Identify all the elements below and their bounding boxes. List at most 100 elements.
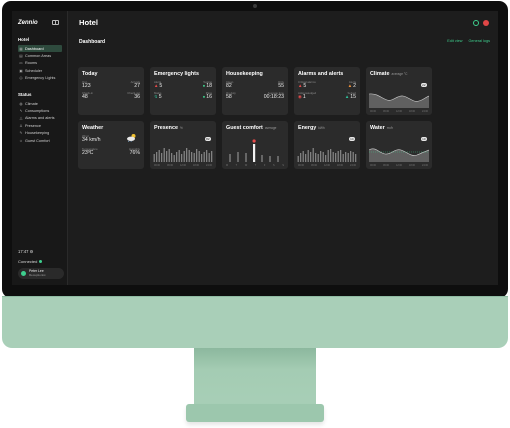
clock-time: 17:47 xyxy=(18,249,29,254)
card-stats: Occ. 123 Arrivals 27 Check-in 48 Check-out 3… xyxy=(82,80,140,100)
smile-icon: ☺ xyxy=(19,138,23,143)
card-alarms-alerts[interactable]: Alarms and alerts Critical alarms ▲5 Aler… xyxy=(294,67,360,115)
thermometer-icon: ◍ xyxy=(19,101,23,106)
alert-triangle-icon: ▲ xyxy=(154,83,159,89)
presence-bar-chart xyxy=(153,148,213,162)
sidebar-item-climate[interactable]: ◍ Climate xyxy=(18,100,62,107)
nav-section-status: Status ◍ Climate ϟ Consumptions △ Alarms an… xyxy=(18,92,62,144)
card-title: Climate average °C xyxy=(370,71,428,77)
tick-label: T xyxy=(235,164,238,167)
sparkline-bar xyxy=(196,149,198,162)
stat-value: 123 xyxy=(82,83,91,90)
card-guest-comfort[interactable]: Guest comfort average M T W T F S S xyxy=(222,121,288,169)
card-today[interactable]: Today Occ. 123 Arrivals 27 Check-in 48 Chec… xyxy=(78,67,144,115)
page-title: Hotel xyxy=(79,18,98,27)
stat-value: 00:18:23 xyxy=(263,93,284,100)
card-stats: Alerts ▲5 Testing ●18 Mains ↯5 Pass ●16 xyxy=(154,80,212,100)
tick-label: T xyxy=(254,164,257,167)
general-logs-link[interactable]: General logs xyxy=(468,39,490,43)
sidebar-item-dashboard[interactable]: ▦ Dashboard xyxy=(18,45,62,53)
axis-labels: 00:00 06:00 12:00 18:00 24:00 xyxy=(370,164,428,167)
stat-value: 76% xyxy=(129,149,140,156)
nav-section-hotel: Hotel ▦ Dashboard ▤ Common Areas ▭ Rooms ▣ S… xyxy=(18,37,62,82)
stat-value: 58 xyxy=(226,93,232,100)
card-subtitle: average °C xyxy=(391,72,408,76)
sun-cloud-icon xyxy=(127,134,136,142)
card-energy[interactable]: Energy kWh 14 00:00 06:00 12:00 18:00 24:00 xyxy=(294,121,360,169)
stat-value: 15 xyxy=(350,93,356,100)
sidebar-item-presence[interactable]: ♙ Presence xyxy=(18,122,62,129)
card-weather[interactable]: Weather Wind 34 km/h Temperature 23ºC Hum… xyxy=(78,121,144,169)
sparkline-bar xyxy=(188,150,190,162)
tick-label: 12:00 xyxy=(396,164,402,167)
card-stats: Clean 82 Dirty 55 On duty 58 Average time 00… xyxy=(226,80,284,100)
connection-label: Connected xyxy=(18,259,38,264)
sparkline-bar xyxy=(178,150,180,162)
help-icon[interactable] xyxy=(473,20,479,26)
card-climate[interactable]: Climate average °C 22 00:00 06:00 12:00 18:0… xyxy=(366,67,432,115)
person-icon: ♙ xyxy=(19,123,23,128)
axis-labels: 00:00 06:00 12:00 18:00 24:00 xyxy=(298,164,356,167)
settings-icon[interactable]: ⚙ xyxy=(30,249,34,254)
card-water[interactable]: Water m³/h 10 00:00 06:00 12:00 18:00 24:00 xyxy=(366,121,432,169)
tick-label: 06:00 xyxy=(383,164,389,167)
sparkline-bar xyxy=(168,149,170,162)
sidebar-item-guest-comfort[interactable]: ☺ Guest Comfort xyxy=(18,137,62,144)
sparkline-bar xyxy=(173,155,175,162)
card-housekeeping[interactable]: Housekeeping Clean 82 Dirty 55 On duty 58 A… xyxy=(222,67,288,115)
sparkline-bar xyxy=(315,153,317,162)
card-emergency-lights[interactable]: Emergency lights Alerts ▲5 Testing ●18 Mai… xyxy=(150,67,216,115)
sidebar-item-label: Rooms xyxy=(25,61,38,66)
comfort-bar-highlight xyxy=(253,144,256,162)
sidebar-item-common-areas[interactable]: ▤ Common Areas xyxy=(18,52,62,59)
tick-label: 24:00 xyxy=(422,110,428,113)
sparkline-bar xyxy=(163,148,165,162)
tick-label: W xyxy=(244,164,248,167)
sidebar-item-housekeeping[interactable]: ✎ Housekeeping xyxy=(18,130,62,137)
edit-view-link[interactable]: Edit view xyxy=(447,39,462,43)
sidebar-item-alarms[interactable]: △ Alarms and alerts xyxy=(18,115,62,122)
tick-label: 24:00 xyxy=(422,164,428,167)
tick-label: 00:00 xyxy=(154,164,160,167)
sparkline-bar xyxy=(355,154,357,162)
tick-label: 00:00 xyxy=(370,110,376,113)
comfort-bar xyxy=(261,155,263,162)
sparkline-bar xyxy=(208,153,210,162)
card-title: Guest comfort average xyxy=(226,125,284,131)
card-title: Today xyxy=(82,71,98,77)
sparkline-bar xyxy=(166,151,168,162)
tick-label: 06:00 xyxy=(383,110,389,113)
stat-value: 2 xyxy=(353,83,356,90)
card-presence[interactable]: Presence% 82 00:00 06:00 12:00 18:00 24:00 xyxy=(150,121,216,169)
card-title: Presence% xyxy=(154,125,212,131)
sidebar-item-emergency-lights[interactable]: ◎ Emergency Lights xyxy=(18,75,62,82)
sparkline-bar xyxy=(352,152,354,162)
monitor-chin xyxy=(2,296,508,348)
user-chip[interactable]: Peter Lee Receptionist xyxy=(18,268,64,279)
sparkline-bar xyxy=(322,152,324,162)
sidebar-collapse-icon[interactable] xyxy=(52,20,59,25)
card-title: Housekeeping xyxy=(226,71,263,77)
sidebar-item-scheduler[interactable]: ▣ Scheduler xyxy=(18,67,62,74)
sidebar-item-label: Consumptions xyxy=(25,109,50,114)
comfort-bar xyxy=(229,154,231,162)
sparkline-bar xyxy=(327,150,329,162)
sidebar-item-consumptions[interactable]: ϟ Consumptions xyxy=(18,107,62,114)
sparkline-bar xyxy=(325,155,327,162)
avatar xyxy=(21,271,26,276)
sparkline-bar xyxy=(161,153,163,162)
check-circle-icon: ● xyxy=(202,83,206,89)
sparkline-bar xyxy=(297,156,299,162)
calendar-icon: ▣ xyxy=(19,68,23,73)
water-area-chart xyxy=(369,148,429,162)
tick-label: 12:00 xyxy=(396,110,402,113)
comfort-bar xyxy=(237,152,239,162)
tick-label: 18:00 xyxy=(409,164,415,167)
warning-icon: ▲ xyxy=(347,83,353,89)
card-stats: Critical alarms ▲5 Alerts ▲2 Acknowledged ◉… xyxy=(298,80,356,100)
power-icon[interactable] xyxy=(483,20,489,26)
sidebar-item-rooms[interactable]: ▭ Rooms xyxy=(18,60,62,67)
sparkline-bar xyxy=(332,152,334,162)
sidebar: Zennio Hotel ▦ Dashboard ▤ Common Areas ▭ R… xyxy=(12,11,68,285)
sparkline-bar xyxy=(181,154,183,162)
